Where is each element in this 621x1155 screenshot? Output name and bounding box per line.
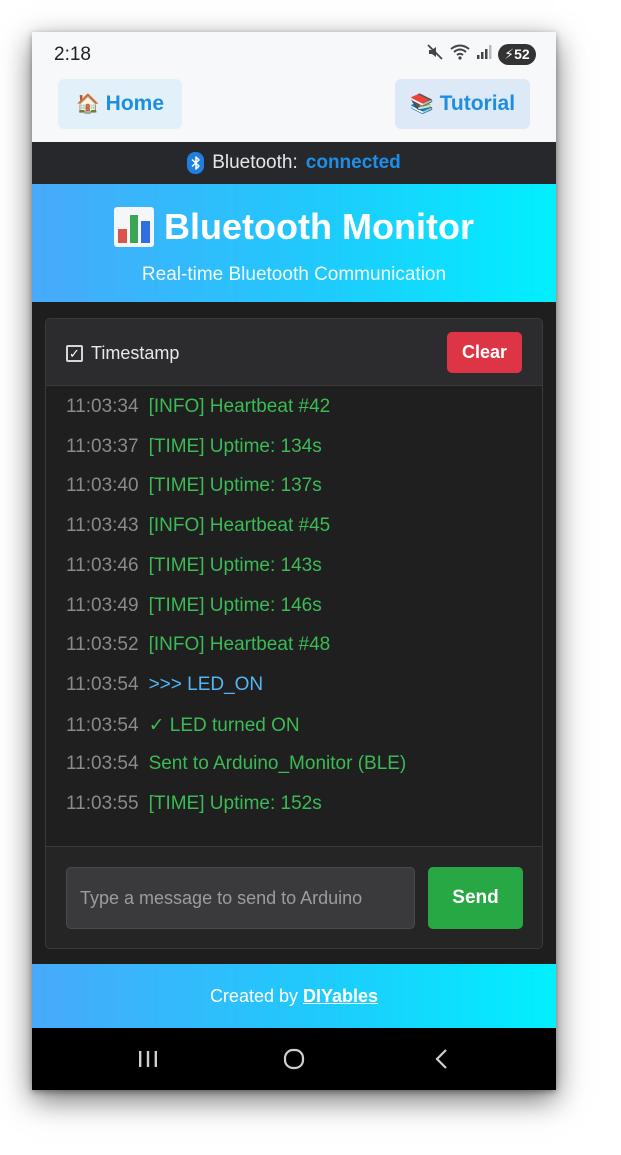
signal-icon [476, 44, 492, 64]
log-timestamp: 11:03:54 [66, 753, 139, 775]
bar-chart-icon [114, 207, 155, 247]
books-icon: 📚 [409, 94, 434, 115]
log-timestamp: 11:03:40 [66, 475, 139, 497]
log-message: [TIME] Uptime: 143s [148, 554, 322, 576]
log-message: [INFO] Heartbeat #42 [148, 396, 331, 417]
log-timestamp: 11:03:54 [66, 714, 139, 736]
monitor-toolbar: ✓ Timestamp Clear [46, 319, 542, 386]
mute-icon [426, 43, 444, 65]
message-log[interactable]: 11:03:34 [INFO] Heartbeat #42 11:03:37 [TIM… [46, 386, 542, 846]
system-home-button[interactable] [274, 1044, 314, 1074]
log-timestamp: 11:03:55 [66, 793, 139, 814]
timestamp-toggle[interactable]: ✓ Timestamp [66, 343, 179, 364]
log-timestamp: 11:03:54 [66, 673, 139, 695]
back-button[interactable] [422, 1044, 462, 1074]
status-bar: 2:18 ⚡ 52 [32, 32, 556, 76]
recents-button[interactable] [128, 1044, 168, 1074]
system-nav-bar [32, 1028, 556, 1090]
clear-button[interactable]: Clear [447, 332, 522, 373]
log-line: 11:03:54 Sent to Arduino_Monitor (BLE) [66, 753, 406, 775]
log-message: [TIME] Uptime: 134s [148, 435, 322, 457]
log-timestamp: 11:03:46 [66, 554, 139, 576]
log-message: [INFO] Heartbeat #48 [148, 634, 331, 656]
tutorial-button[interactable]: 📚 Tutorial [395, 79, 530, 129]
log-timestamp: 11:03:37 [66, 435, 139, 457]
home-button[interactable]: 🏠 Home [58, 79, 182, 129]
log-message: [INFO] Heartbeat #45 [148, 515, 331, 537]
send-button[interactable]: Send [428, 867, 523, 929]
app-header: Bluetooth Monitor Real-time Bluetooth Co… [32, 184, 556, 302]
log-timestamp: 11:03:49 [66, 594, 139, 616]
log-line: 11:03:34 [INFO] Heartbeat #42 [66, 396, 330, 418]
tutorial-button-label: Tutorial [439, 92, 516, 115]
log-line: 11:03:54 >>> LED_ON [66, 674, 263, 696]
footer: Created by DIYables [32, 964, 556, 1028]
log-line: 11:03:37 [TIME] Uptime: 134s [66, 436, 322, 458]
log-message: [TIME] Uptime: 152s [148, 793, 322, 814]
timestamp-label: Timestamp [91, 343, 180, 363]
input-bar: Send [46, 846, 542, 948]
log-message: ✓ LED turned ON [148, 714, 300, 736]
diyables-link[interactable]: DIYables [303, 986, 378, 1007]
log-line: 11:03:52 [INFO] Heartbeat #48 [66, 634, 330, 656]
status-icons: ⚡ 52 [426, 43, 536, 65]
battery-bolt-icon: ⚡ [504, 45, 515, 62]
log-message: >>> LED_ON [148, 673, 264, 695]
wifi-icon [450, 44, 470, 64]
footer-prefix: Created by [209, 985, 298, 1006]
page-subtitle: Real-time Bluetooth Communication [141, 264, 447, 285]
log-timestamp: 11:03:43 [66, 515, 139, 537]
log-line: 11:03:43 [INFO] Heartbeat #45 [66, 515, 330, 537]
monitor-panel: ✓ Timestamp Clear 11:03:34 [INFO] Heartbe… [45, 318, 543, 949]
bluetooth-label: Bluetooth: [212, 152, 298, 173]
house-icon: 🏠 [75, 94, 100, 115]
log-timestamp: 11:03:52 [66, 634, 139, 656]
status-time: 2:18 [54, 44, 91, 65]
log-message: [TIME] Uptime: 146s [148, 594, 322, 616]
home-circle-icon [283, 1048, 305, 1070]
page-title-text: Bluetooth Monitor [164, 206, 474, 247]
timestamp-checkbox[interactable]: ✓ [66, 345, 83, 362]
message-input[interactable] [66, 867, 415, 929]
log-timestamp: 11:03:34 [66, 396, 139, 417]
recents-icon [139, 1051, 157, 1067]
log-line: 11:03:49 [TIME] Uptime: 146s [66, 595, 322, 617]
bluetooth-status: Bluetooth: connected [32, 142, 556, 184]
back-chevron-icon [435, 1049, 447, 1069]
home-button-label: Home [105, 92, 165, 115]
check-icon: ✓ [69, 346, 80, 361]
log-line: 11:03:55 [TIME] Uptime: 152s [66, 793, 322, 815]
battery-level: 52 [514, 46, 530, 62]
nav-bar: 🏠 Home 📚 Tutorial [32, 76, 556, 142]
log-line: 11:03:46 [TIME] Uptime: 143s [66, 555, 322, 577]
bluetooth-icon [187, 152, 205, 174]
log-line: 11:03:40 [TIME] Uptime: 137s [66, 475, 322, 497]
page-title: Bluetooth Monitor [32, 206, 556, 248]
log-message: Sent to Arduino_Monitor (BLE) [148, 753, 407, 775]
bluetooth-state: connected [305, 152, 401, 173]
log-line: 11:03:54 ✓ LED turned ON [66, 714, 300, 737]
log-message: [TIME] Uptime: 137s [148, 475, 322, 497]
battery-icon: ⚡ 52 [498, 43, 536, 65]
phone-screen: 2:18 ⚡ 52 🏠 Home 📚 Tutorial Bluetooth: c… [32, 32, 556, 1090]
